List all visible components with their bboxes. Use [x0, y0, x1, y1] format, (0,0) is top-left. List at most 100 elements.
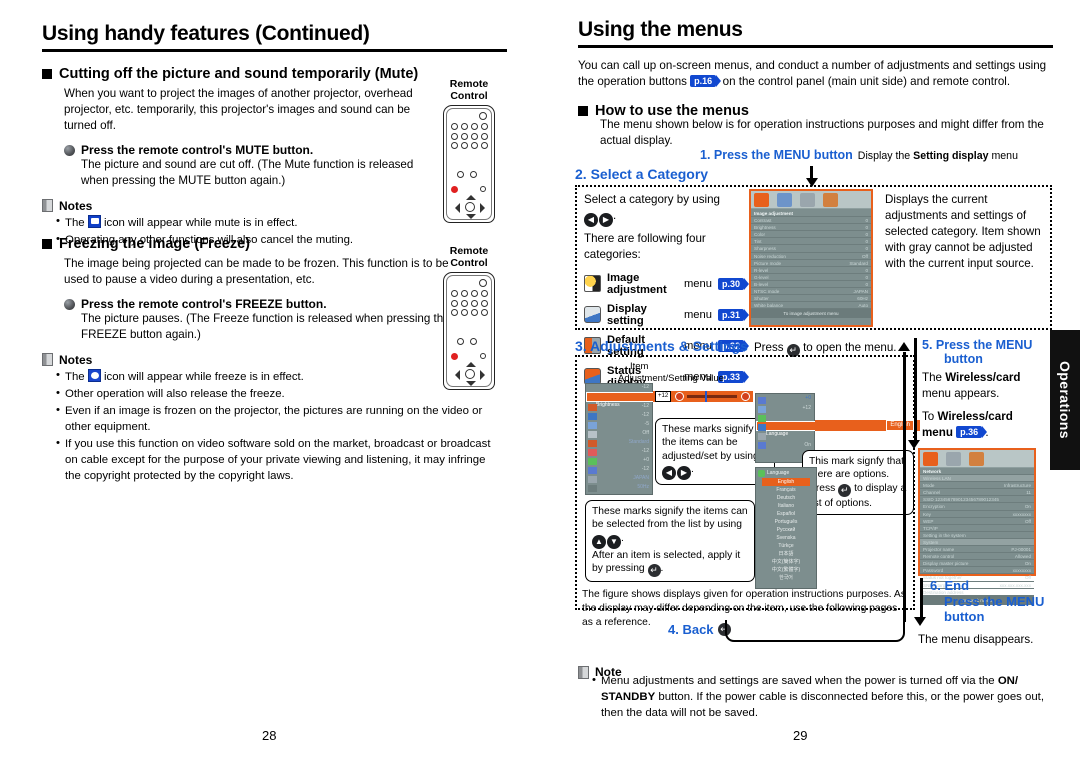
osd-row[interactable]: G-level 0 [751, 274, 871, 281]
osd-tab-status-display[interactable] [823, 192, 838, 207]
step5-label: 5. Press the MENU button [922, 338, 1033, 367]
osd-language-item[interactable]: Português [756, 518, 816, 526]
osd-row[interactable]: Display master picture On [920, 560, 1034, 568]
osd-row[interactable]: Mode Infrastructure [920, 482, 1034, 490]
callout-list-marks: These marks signify the items can be sel… [585, 500, 755, 583]
bullet-circle-icon [64, 144, 75, 156]
remote-caption: Remote Control [449, 245, 489, 270]
osd-row[interactable]: Tint 0 [751, 238, 871, 246]
osd-row[interactable]: Encryption On [920, 503, 1034, 511]
page-title-left: Using handy features (Continued) [42, 22, 507, 52]
side-tab-operations[interactable]: Operations [1050, 330, 1080, 470]
osd-row[interactable]: Projector name PJ-00001 [920, 546, 1034, 554]
page-ref-p31[interactable]: p.31 [717, 308, 750, 321]
osd-language-item[interactable]: 한국어 [756, 574, 816, 582]
osd-tab-default-setting[interactable] [800, 192, 815, 207]
dpad-icon [455, 362, 485, 387]
page-ref-p30[interactable]: p.30 [717, 277, 750, 290]
osd-value: -12 [641, 466, 649, 472]
step6-label: 6. End Press the MENU button [930, 578, 1045, 625]
osd-language-item[interactable]: Русский [756, 526, 816, 534]
slider-thumb[interactable] [705, 391, 707, 402]
category-display-setting[interactable]: Display setting menu p.31 [584, 303, 750, 327]
osd-value: -12 [641, 412, 649, 418]
osd-row[interactable]: Shutter 60Hz [751, 295, 871, 303]
step4-label: 4. Back [668, 622, 714, 637]
osd-row[interactable]: NTSC mode JAPAN [751, 288, 871, 296]
osd-value: -5 [644, 421, 649, 427]
step4-return-line [903, 352, 906, 622]
osd-value: -12 [641, 384, 649, 390]
osd-network-rows: Network Wireless LAN Mode Infrastructure … [920, 468, 1034, 596]
note-item: Menu adjustments and settings are saved … [592, 673, 1053, 722]
osd-left-icon-column [758, 397, 766, 449]
slider-left-mark-icon[interactable] [675, 392, 684, 401]
osd-row[interactable]: Setting in the system [920, 532, 1034, 539]
step3-label: 3. Adjustments & Settings [575, 338, 748, 354]
osd-language-item[interactable]: Deutsch [756, 494, 816, 502]
page-ref-p36[interactable]: p.36 [956, 425, 988, 438]
osd-row[interactable]: WEP Off [920, 518, 1034, 525]
category-image-adjustment[interactable]: Image adjustment menu p.30 [584, 272, 750, 296]
osd-row[interactable]: White balance Auto [751, 302, 871, 310]
osd-row[interactable]: Contrast 0 [751, 217, 871, 225]
menus-intro: You can call up on-screen menus, and con… [578, 59, 1047, 88]
osd-row[interactable]: B-level 0 [751, 281, 871, 289]
step5-line2: To Wireless/card menu p.36 . [922, 409, 1013, 439]
osd-row[interactable]: Noise reduction Off [751, 253, 871, 260]
step6-desc: The menu disappears. [918, 633, 1034, 646]
osd-slider-bar[interactable]: +12 [653, 391, 753, 402]
osd-value: Standard [628, 439, 649, 445]
arrow-up-to-step2 [898, 342, 910, 351]
osd-tab-presentation[interactable] [946, 451, 961, 466]
osd-row[interactable]: Wireless LAN [920, 475, 1034, 483]
square-bullet-icon [578, 106, 588, 116]
slider-right-mark-icon[interactable] [741, 392, 750, 401]
osd-row[interactable]: Key xxxxxxxx [920, 511, 1034, 518]
note-icon [42, 353, 53, 367]
osd-selected-row[interactable]: Brightness [586, 392, 654, 408]
osd-value: -12 [641, 403, 649, 409]
osd-value: On [804, 442, 811, 448]
step2-right-text: Displays the current adjustments and set… [885, 193, 1041, 270]
keypad-icons [450, 123, 489, 150]
osd-row[interactable]: Channel 11 [920, 489, 1034, 497]
osd-value: JAPAN [633, 475, 649, 481]
osd-tab-display-setting[interactable] [777, 192, 792, 207]
osd-tab-strip[interactable] [751, 191, 871, 209]
osd-language-item[interactable]: Español [756, 510, 816, 518]
page-ref-p16[interactable]: p.16 [690, 74, 722, 87]
osd-language-item[interactable]: 中文(繁體字) [756, 566, 816, 574]
osd-row[interactable]: Color 0 [751, 231, 871, 239]
osd-language-item[interactable]: Italiano [756, 502, 816, 510]
howto-desc: The menu shown below is for operation in… [600, 118, 1044, 147]
osd-tab-card[interactable] [969, 451, 984, 466]
osd-tab-strip[interactable] [920, 450, 1034, 468]
osd-language-item[interactable]: Türkçe [756, 542, 816, 550]
heading-mute: Cutting off the picture and sound tempor… [42, 66, 442, 82]
osd-row[interactable]: SSID 1234567890123456789012345 [920, 496, 1034, 504]
osd-tab-image-adjustment[interactable] [754, 192, 769, 207]
osd-language-item[interactable]: Svenska [756, 534, 816, 542]
mute-intro: When you want to project the images of a… [64, 87, 413, 132]
osd-tab-network[interactable] [923, 451, 938, 466]
mute-osd-icon [87, 214, 101, 228]
osd-value: +0 [643, 457, 649, 463]
osd-row[interactable]: TCP/IP [920, 525, 1034, 532]
osd-language-item[interactable]: Français [756, 486, 816, 494]
osd-row[interactable]: Password xxxxxxxx [920, 567, 1034, 575]
osd-row[interactable]: System [920, 538, 1034, 547]
osd-row[interactable]: Remote control Allowed [920, 553, 1034, 561]
step5: 5. Press the MENU button The Wireless/ca… [922, 338, 1047, 441]
osd-row[interactable]: Sharpness 0 [751, 245, 871, 253]
up-down-buttons-icon: ▲ ▼ [592, 534, 621, 549]
osd-language-item[interactable]: 日本語 [756, 550, 816, 558]
osd-language-item-selected[interactable]: English [762, 478, 810, 486]
osd-row[interactable]: Brightness 0 [751, 224, 871, 232]
osd-language-list-title: Language [756, 468, 816, 478]
osd-row[interactable]: R-level 0 [751, 267, 871, 274]
osd-language-item[interactable]: 中文(簡体字) [756, 558, 816, 566]
left-right-buttons-icon: ◀ ▶ [662, 466, 691, 481]
osd-row[interactable]: Picture mode Standard [751, 260, 871, 267]
osd-language-value: English [886, 420, 914, 431]
